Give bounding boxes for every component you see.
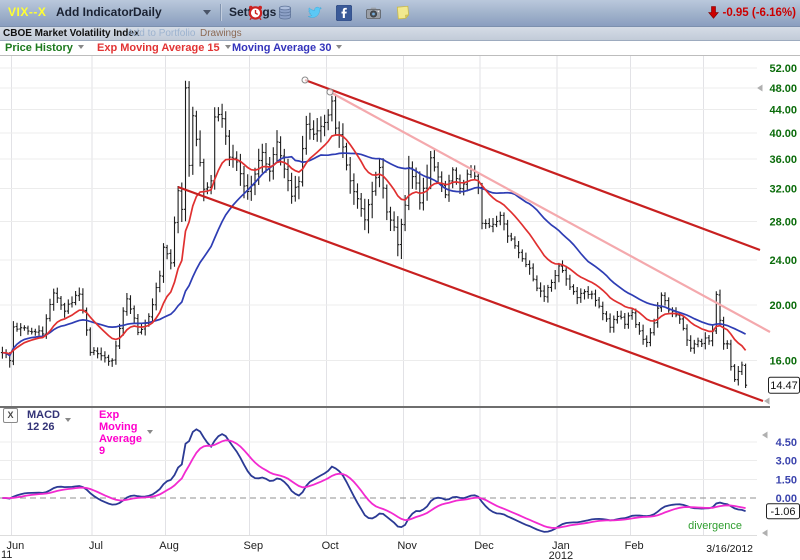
month-label: Oct — [322, 540, 339, 552]
price-bars — [1, 81, 747, 388]
alerts-icon[interactable] — [247, 4, 264, 21]
month-label: Feb — [625, 540, 644, 552]
price-tick-label: 48.00 — [769, 83, 797, 95]
ema15-label: Exp Moving Average 15 — [97, 42, 220, 54]
price-scale: 52.00 48.00 44.00 40.00 36.00 32.00 28.00 24.00… — [769, 63, 797, 505]
price-tick-label: 32.00 — [769, 183, 797, 195]
facebook-icon[interactable] — [336, 5, 352, 21]
timeframe-menu[interactable]: Daily — [133, 5, 162, 19]
chart-window: VIX--X Add Indicator Daily Settings — [0, 0, 800, 560]
database-icon[interactable] — [277, 4, 293, 21]
price-history-label: Price History — [5, 42, 73, 54]
sub-header: CBOE Market Volatility Index Add to Port… — [0, 27, 800, 41]
price-tick-label: 40.00 — [769, 128, 797, 140]
svg-text:14.47: 14.47 — [770, 380, 798, 392]
month-label: Jul — [89, 540, 103, 552]
price-tick-label: 52.00 — [769, 63, 797, 75]
drawing-handle[interactable] — [327, 89, 333, 95]
scale-handle-icon[interactable] — [764, 398, 770, 405]
trendline-drawings[interactable] — [178, 77, 770, 401]
price-tick-label: 36.00 — [769, 154, 797, 166]
macd-tick-label: 1.50 — [776, 474, 797, 486]
ema15-line — [2, 135, 745, 354]
macd-label: MACD 12 26 — [27, 409, 60, 433]
chevron-down-icon[interactable] — [65, 418, 71, 425]
price-history-dropdown[interactable]: Price History — [5, 42, 84, 54]
top-toolbar: VIX--X Add Indicator Daily Settings — [0, 0, 800, 27]
chevron-down-icon[interactable] — [225, 45, 231, 52]
camera-icon[interactable] — [365, 5, 382, 21]
gridlines — [0, 55, 800, 536]
macd-dropdown[interactable]: MACD 12 26 — [27, 409, 71, 433]
close-pane-button[interactable]: X — [3, 408, 18, 423]
month-label: Nov — [397, 540, 417, 552]
add-indicator-menu[interactable]: Add Indicator — [56, 5, 133, 19]
ma30-dropdown[interactable]: Moving Average 30 — [232, 42, 342, 54]
chevron-down-icon[interactable] — [336, 45, 342, 52]
chevron-down-icon[interactable] — [203, 10, 211, 19]
price-change-value: -0.95 (-6.16%) — [722, 7, 796, 19]
note-icon[interactable] — [395, 4, 411, 21]
drawing-handle[interactable] — [302, 77, 308, 83]
toolbar-divider — [220, 4, 221, 21]
price-tick-label: 16.00 — [769, 355, 797, 367]
last-price-box: 14.47 — [769, 377, 800, 393]
price-pane-header: Price History Exp Moving Average 15 Movi… — [0, 41, 800, 55]
price-tick-label: 28.00 — [769, 217, 797, 229]
price-tick-label: 44.00 — [769, 104, 797, 116]
month-label: Sep — [244, 540, 264, 552]
ma30-line — [2, 153, 745, 356]
twitter-icon[interactable] — [306, 4, 323, 21]
drawings-link[interactable]: Drawings — [200, 28, 242, 39]
down-arrow-icon — [708, 6, 719, 19]
add-to-portfolio-link[interactable]: Add to Portfolio — [127, 28, 195, 39]
toolbar-icons — [247, 4, 411, 21]
scale-handle-icon[interactable] — [762, 530, 768, 537]
month-label: Aug — [159, 540, 179, 552]
year-label: 2012 — [549, 550, 573, 560]
chevron-down-icon[interactable] — [78, 45, 84, 52]
instrument-name: CBOE Market Volatility Index — [3, 28, 140, 39]
macd-tick-label: 4.50 — [776, 437, 797, 449]
macd-signal-dropdown[interactable]: Exp Moving Average 9 — [99, 409, 153, 457]
macd-signal-label: Exp Moving Average 9 — [99, 409, 142, 457]
upper-channel-line[interactable] — [305, 80, 760, 250]
ma30-label: Moving Average 30 — [232, 42, 331, 54]
year-left-label: 11 — [1, 549, 12, 560]
divergence-annotation: divergence — [688, 520, 742, 532]
price-change: -0.95 (-6.16%) — [708, 6, 796, 19]
month-label: Dec — [474, 540, 494, 552]
ema15-dropdown[interactable]: Exp Moving Average 15 — [97, 42, 231, 54]
price-tick-label: 24.00 — [769, 255, 797, 267]
chart-canvas: 52.00 48.00 44.00 40.00 36.00 32.00 28.00 24.00… — [0, 0, 800, 560]
macd-tick-label: 3.00 — [776, 456, 797, 468]
price-tick-label: 20.00 — [769, 300, 797, 312]
time-axis: JunJulAugSepOctNovDecJan2012Feb113/16/20… — [1, 540, 753, 560]
last-date-label: 3/16/2012 — [706, 543, 753, 555]
symbol-label: VIX--X — [8, 5, 46, 19]
last-macd-box: -1.06 — [767, 504, 800, 519]
chevron-down-icon[interactable] — [147, 430, 153, 437]
svg-text:-1.06: -1.06 — [770, 506, 795, 518]
scale-handle-icon[interactable] — [762, 432, 768, 439]
scale-handle-icon[interactable] — [757, 85, 763, 92]
